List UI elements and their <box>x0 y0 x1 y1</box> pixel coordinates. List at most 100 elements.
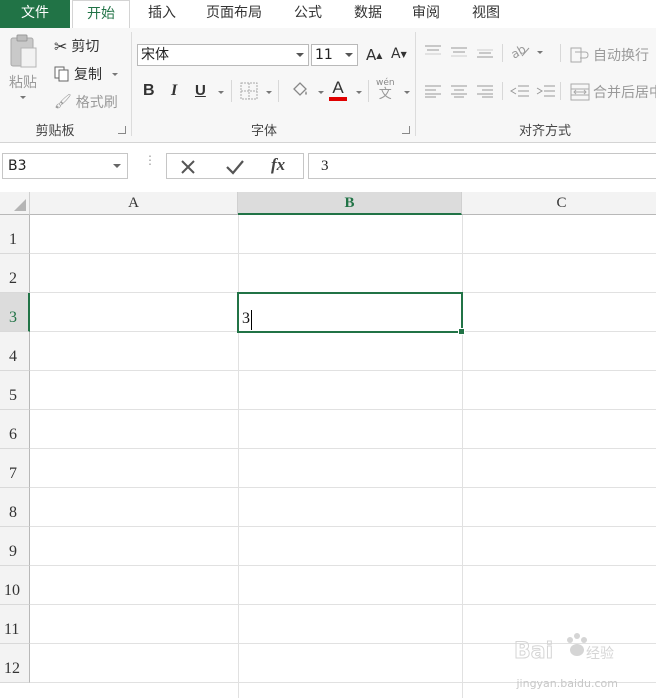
grid-line <box>30 409 656 410</box>
decrease-indent-icon[interactable] <box>510 84 530 98</box>
enter-check-icon[interactable] <box>225 158 245 176</box>
copy-label: 复制 <box>74 67 102 83</box>
baidu-watermark-logo: Bai 经验 <box>514 633 614 665</box>
orientation-icon[interactable]: ab <box>510 42 530 60</box>
phonetic-dropdown-icon[interactable] <box>404 91 410 94</box>
text-cursor <box>251 310 252 330</box>
active-cell-b3[interactable] <box>237 292 465 335</box>
row-header-11[interactable]: 11 <box>0 605 30 644</box>
wrap-text-label: 自动换行 <box>593 48 649 64</box>
tab-data[interactable]: 数据 <box>344 0 392 28</box>
align-top-icon[interactable] <box>424 44 442 58</box>
row-header-9[interactable]: 9 <box>0 527 30 566</box>
svg-text:经验: 经验 <box>586 646 614 662</box>
phonetic-char-icon: 文 <box>378 87 392 102</box>
copy-button[interactable]: 复制 <box>54 64 118 84</box>
cut-label: 剪切 <box>71 39 100 55</box>
column-header-a[interactable]: A <box>30 192 238 215</box>
fill-color-dropdown-icon[interactable] <box>318 91 324 94</box>
paste-icon <box>10 34 37 68</box>
group-divider <box>131 32 132 136</box>
shrink-font-button[interactable]: A ▼ <box>391 46 407 62</box>
tab-formulas[interactable]: 公式 <box>284 0 332 28</box>
align-center-icon[interactable] <box>450 84 468 98</box>
tab-insert[interactable]: 插入 <box>138 0 186 28</box>
tab-home[interactable]: 开始 <box>72 0 130 29</box>
align-bottom-icon[interactable] <box>476 44 494 58</box>
row-header-8[interactable]: 8 <box>0 488 30 527</box>
grid-line <box>30 526 656 527</box>
align-left-icon[interactable] <box>424 84 442 98</box>
clipboard-launcher-icon[interactable] <box>118 126 126 134</box>
paste-button[interactable]: 粘贴 <box>8 34 38 99</box>
font-size-select[interactable]: 11 <box>311 44 358 66</box>
orientation-dropdown-icon[interactable] <box>537 51 543 54</box>
merge-center-icon <box>570 83 590 101</box>
ribbon: 粘贴 ✂ 剪切 复制 🖌 格式刷 剪贴板 宋体 11 A▲ A▼ B I U <box>0 28 656 143</box>
increase-indent-icon[interactable] <box>536 84 556 98</box>
font-color-button[interactable]: A <box>329 79 347 101</box>
fill-color-icon[interactable] <box>290 80 310 100</box>
formula-buttons: fx <box>166 153 304 179</box>
row-header-6[interactable]: 6 <box>0 410 30 449</box>
svg-text:ab: ab <box>510 42 528 60</box>
font-color-dropdown-icon[interactable] <box>356 91 362 94</box>
tab-review[interactable]: 审阅 <box>402 0 450 28</box>
splitter-icon[interactable]: ⋮ <box>144 154 156 174</box>
wrap-text-button[interactable]: 自动换行 <box>570 45 649 65</box>
tab-page-layout[interactable]: 页面布局 <box>196 0 272 28</box>
row-header-7[interactable]: 7 <box>0 449 30 488</box>
underline-dropdown-icon[interactable] <box>218 91 224 94</box>
font-color-bar <box>329 97 347 101</box>
font-name-select[interactable]: 宋体 <box>137 44 309 66</box>
row-header-4[interactable]: 4 <box>0 332 30 371</box>
row-header-12[interactable]: 12 <box>0 644 30 683</box>
row-header-2[interactable]: 2 <box>0 254 30 293</box>
worksheet-grid[interactable]: A B C 1 2 3 4 5 6 7 8 9 10 11 12 <box>0 192 656 698</box>
bold-button[interactable]: B <box>143 82 155 100</box>
grid-line <box>30 604 656 605</box>
row-header-10[interactable]: 10 <box>0 566 30 605</box>
tab-file[interactable]: 文件 <box>0 0 70 28</box>
grow-font-icon: A <box>366 46 377 64</box>
row-header-1[interactable]: 1 <box>0 215 30 254</box>
scissors-icon: ✂ <box>54 36 68 56</box>
italic-button[interactable]: I <box>171 82 177 100</box>
alignment-group-label: 对齐方式 <box>518 124 571 139</box>
select-all-button[interactable] <box>0 192 30 215</box>
copy-dropdown-icon[interactable] <box>112 72 118 76</box>
cut-button[interactable]: ✂ 剪切 <box>54 36 99 56</box>
paste-dropdown-icon[interactable] <box>20 96 26 99</box>
row-header-5[interactable]: 5 <box>0 371 30 410</box>
grid-line <box>238 215 239 698</box>
grid-line <box>30 370 656 371</box>
watermark-url: jingyan.baidu.com <box>516 677 618 690</box>
column-header-b[interactable]: B <box>238 192 462 215</box>
align-right-icon[interactable] <box>476 84 494 98</box>
phonetic-guide-button[interactable]: wén 文 <box>376 78 395 102</box>
borders-icon[interactable] <box>240 82 258 100</box>
name-box[interactable]: B3 <box>2 153 128 179</box>
merge-center-button[interactable]: 合并后居中 <box>570 82 656 102</box>
cancel-icon[interactable] <box>179 158 197 176</box>
grow-font-button[interactable]: A ▲ <box>366 46 382 64</box>
align-middle-icon[interactable] <box>450 44 468 58</box>
font-launcher-icon[interactable] <box>402 126 410 134</box>
clipboard-group-label: 剪贴板 <box>35 124 75 139</box>
row-header-3[interactable]: 3 <box>0 293 30 332</box>
tab-view[interactable]: 视图 <box>460 0 512 28</box>
divider <box>502 82 503 100</box>
divider <box>231 80 232 102</box>
grid-line <box>30 448 656 449</box>
column-header-c[interactable]: C <box>462 192 656 215</box>
name-box-value: B3 <box>8 158 27 174</box>
grid-line <box>30 487 656 488</box>
fill-handle[interactable] <box>458 328 465 335</box>
insert-function-icon[interactable]: fx <box>271 155 285 175</box>
format-painter-button[interactable]: 🖌 格式刷 <box>54 92 118 112</box>
merge-center-label: 合并后居中 <box>593 85 656 101</box>
underline-button[interactable]: U <box>195 82 206 99</box>
cell-b3-value: 3 <box>242 310 250 327</box>
borders-dropdown-icon[interactable] <box>266 91 272 94</box>
formula-input[interactable]: 3 <box>308 153 656 179</box>
